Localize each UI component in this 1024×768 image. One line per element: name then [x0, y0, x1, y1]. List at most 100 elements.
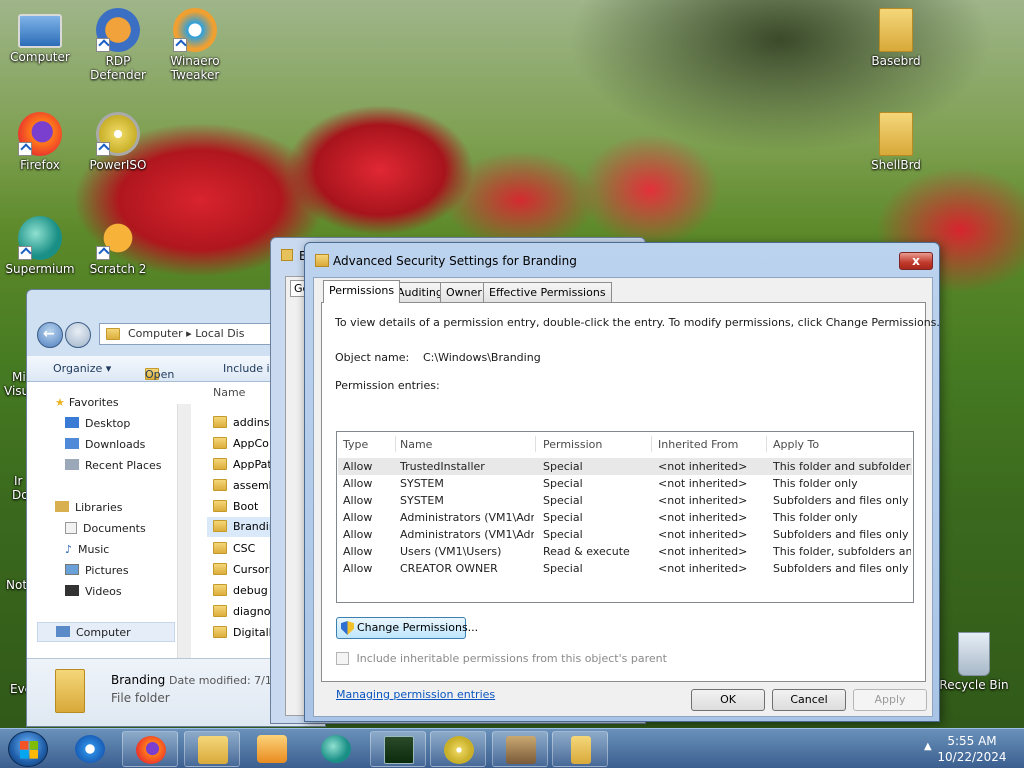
forward-button[interactable] — [65, 322, 91, 348]
file-item[interactable]: AppPat — [213, 458, 272, 471]
downloads-icon — [65, 438, 79, 449]
apply-button[interactable]: Apply — [853, 689, 927, 711]
folder-icon — [571, 736, 591, 764]
desktop-partial-label[interactable]: Eve — [0, 682, 32, 696]
taskbar-rdp-defender[interactable] — [492, 731, 548, 767]
tab-permissions[interactable]: Permissions — [323, 280, 401, 303]
videos-icon — [65, 585, 79, 596]
dialog-client: Permissions Auditing Owner Effective Per… — [313, 277, 940, 717]
ok-button[interactable]: OK — [691, 689, 765, 711]
media-player-icon — [257, 735, 287, 763]
nav-libraries[interactable]: Libraries — [55, 501, 123, 514]
desktop-partial-label[interactable]: Not — [0, 578, 27, 592]
large-folder-icon — [55, 669, 85, 713]
desktop-icon-rdp-defender[interactable]: RDP Defender — [78, 8, 158, 82]
nav-downloads[interactable]: Downloads — [65, 438, 145, 451]
file-item[interactable]: AppCo — [213, 437, 269, 450]
column-header-inherited-from[interactable]: Inherited From — [658, 438, 738, 451]
desktop-icon-shellbrd[interactable]: ShellBrd — [856, 112, 936, 172]
file-item[interactable]: DigitalL — [213, 626, 275, 639]
dialog-title: Advanced Security Settings for Branding — [333, 254, 577, 268]
file-item[interactable]: Cursors — [213, 563, 275, 576]
taskbar-supermium[interactable] — [308, 731, 364, 767]
folder-icon — [213, 416, 227, 428]
change-permissions-button[interactable]: Change Permissions... — [336, 617, 478, 639]
file-item[interactable]: Boot — [213, 500, 258, 513]
column-header-name[interactable]: Name — [213, 386, 245, 399]
nav-videos[interactable]: Videos — [65, 585, 122, 598]
nav-documents[interactable]: Documents — [65, 522, 146, 535]
include-inheritable-label: Include inheritable permissions from thi… — [356, 652, 667, 665]
file-item[interactable]: addins — [213, 416, 269, 429]
desktop-partial-label[interactable]: Ir Do — [0, 474, 29, 502]
nav-computer[interactable]: Computer — [37, 622, 175, 642]
file-item[interactable]: debug — [213, 584, 268, 597]
column-separator — [395, 436, 396, 452]
desktop-icon-winaero-tweaker[interactable]: Winaero Tweaker — [155, 8, 235, 82]
desktop-icon-firefox[interactable]: Firefox — [0, 112, 80, 172]
system-clock[interactable]: 5:55 AM 10/22/2024 — [930, 733, 1014, 765]
desktop-icon-recycle-bin[interactable]: Recycle Bin — [934, 632, 1014, 692]
file-item[interactable]: assemb — [213, 479, 276, 492]
close-button[interactable]: x — [899, 252, 933, 270]
folder-icon — [213, 437, 227, 449]
navigation-scrollbar[interactable] — [177, 404, 191, 658]
arrow-left-icon: ← — [43, 326, 55, 342]
start-button[interactable] — [8, 731, 48, 767]
taskbar-media-player[interactable] — [244, 731, 300, 767]
advanced-security-dialog[interactable]: Advanced Security Settings for Branding … — [304, 242, 940, 722]
table-row[interactable]: Allow TrustedInstaller Special <not inhe… — [338, 458, 912, 475]
cancel-button[interactable]: Cancel — [772, 689, 846, 711]
nav-music[interactable]: ♪ Music — [65, 543, 109, 556]
intro-text: To view details of a permission entry, d… — [335, 316, 940, 329]
table-row[interactable]: Allow SYSTEM Special <not inherited> Thi… — [338, 475, 912, 492]
desktop-icon-poweriso[interactable]: PowerISO — [78, 112, 158, 172]
folder-icon — [213, 605, 227, 617]
taskbar-internet-explorer[interactable] — [62, 731, 118, 767]
folder-icon — [213, 542, 227, 554]
desktop-icon-supermium[interactable]: Supermium — [0, 216, 80, 276]
uac-shield-icon — [341, 621, 354, 635]
column-header-apply-to[interactable]: Apply To — [773, 438, 819, 451]
desktop-icon-computer[interactable]: Computer — [0, 8, 80, 64]
nav-desktop[interactable]: Desktop — [65, 417, 130, 430]
rdp-defender-icon — [506, 736, 536, 764]
table-row[interactable]: Allow CREATOR OWNER Special <not inherit… — [338, 560, 912, 577]
include-in-library-button[interactable]: Include in — [223, 362, 277, 375]
permission-entries-table[interactable]: Type Name Permission Inherited From Appl… — [336, 431, 914, 603]
taskbar-folder[interactable] — [552, 731, 608, 767]
table-row[interactable]: Allow Administrators (VM1\Admi... Specia… — [338, 509, 912, 526]
nav-pictures[interactable]: Pictures — [65, 564, 129, 577]
nav-favorites[interactable]: ★ Favorites — [55, 396, 119, 409]
windows-logo-icon — [20, 741, 38, 759]
desktop-icon-basebrd[interactable]: Basebrd — [856, 8, 936, 68]
folder-icon — [879, 112, 913, 156]
taskbar-poweriso[interactable] — [430, 731, 486, 767]
nav-recent-places[interactable]: Recent Places — [65, 459, 162, 472]
file-item[interactable]: CSC — [213, 542, 255, 555]
desktop-icon-scratch[interactable]: Scratch 2 — [78, 216, 158, 276]
folder-icon — [213, 479, 227, 491]
column-header-name[interactable]: Name — [400, 438, 432, 451]
taskbar-firefox[interactable] — [122, 731, 178, 767]
tab-effective-permissions[interactable]: Effective Permissions — [483, 282, 612, 302]
column-header-permission[interactable]: Permission — [543, 438, 602, 451]
taskbar-explorer[interactable] — [184, 731, 240, 767]
column-header-type[interactable]: Type — [343, 438, 368, 451]
organize-button[interactable]: Organize ▾ — [53, 362, 111, 375]
back-button[interactable]: ← — [37, 322, 63, 348]
folder-icon — [213, 563, 227, 575]
desktop-partial-label[interactable]: Mi Visu — [0, 370, 29, 398]
tab-owner[interactable]: Owner — [440, 282, 488, 302]
taskbar-task-manager[interactable] — [370, 731, 426, 767]
file-item[interactable]: diagno — [213, 605, 270, 618]
music-icon: ♪ — [65, 543, 73, 556]
folder-icon — [213, 626, 227, 638]
poweriso-icon — [96, 112, 140, 156]
table-row[interactable]: Allow Administrators (VM1\Admi... Specia… — [338, 526, 912, 543]
column-separator — [766, 436, 767, 452]
managing-permission-entries-link[interactable]: Managing permission entries — [336, 688, 495, 701]
table-row[interactable]: Allow Users (VM1\Users) Read & execute <… — [338, 543, 912, 560]
table-row[interactable]: Allow SYSTEM Special <not inherited> Sub… — [338, 492, 912, 509]
include-inheritable-checkbox[interactable] — [336, 652, 349, 665]
